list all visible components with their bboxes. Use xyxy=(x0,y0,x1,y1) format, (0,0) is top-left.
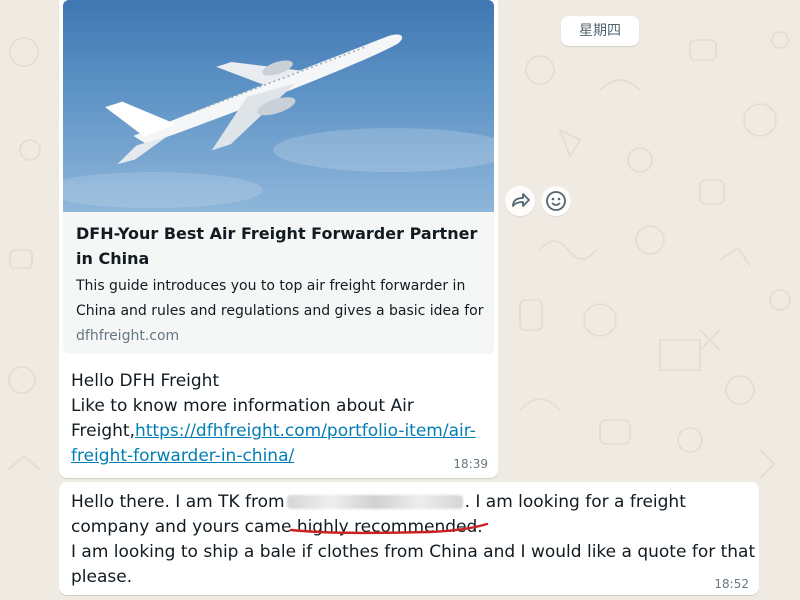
message-bubble-incoming[interactable]: DFH-Your Best Air Freight Forwarder Part… xyxy=(59,0,498,478)
message-line: please. xyxy=(71,567,133,587)
chat-panel: 星期四 DFH-Your Best Air Freight Forwarder … xyxy=(0,0,800,600)
redacted-text xyxy=(286,495,463,509)
message-line: Freight,https://dfhfreight.com/portfolio… xyxy=(71,419,491,444)
link-preview-description-line: This guide introduces you to top air fre… xyxy=(76,278,466,294)
link-preview-card[interactable]: DFH-Your Best Air Freight Forwarder Part… xyxy=(63,0,494,354)
message-text-fragment: Hello there. I am TK from xyxy=(71,492,285,512)
link-preview-image[interactable] xyxy=(63,0,494,212)
airplane-photo xyxy=(63,34,494,208)
message-text: Hello DFH Freight Like to know more info… xyxy=(71,369,491,469)
react-button[interactable] xyxy=(541,186,571,216)
link-preview-domain: dfhfreight.com xyxy=(76,328,180,344)
message-line: I am looking to ship a bale if clothes f… xyxy=(71,542,756,562)
emoji-icon xyxy=(546,191,566,211)
forward-icon xyxy=(512,193,530,207)
forward-button[interactable] xyxy=(505,186,535,216)
message-line: Like to know more information about Air xyxy=(71,396,414,416)
message-bubble-incoming[interactable]: Hello there. I am TK from . I am looking … xyxy=(59,482,759,595)
red-underline-annotation xyxy=(289,522,489,535)
message-line: Hello there. I am TK from . I am looking … xyxy=(71,490,751,515)
link-preview-description: This guide introduces you to top air fre… xyxy=(76,274,488,324)
message-timestamp: 18:39 xyxy=(453,457,488,471)
message-text: Hello there. I am TK from . I am looking … xyxy=(71,490,756,590)
message-actions xyxy=(505,186,571,216)
link-preview-description-line: China and rules and regulations and give… xyxy=(76,303,484,319)
message-text-fragment: . I am looking for a freight xyxy=(464,492,686,512)
link-preview-title: DFH-Your Best Air Freight Forwarder Part… xyxy=(76,224,478,268)
date-separator: 星期四 xyxy=(561,16,639,46)
message-line: Hello DFH Freight xyxy=(71,371,220,391)
message-timestamp: 18:52 xyxy=(714,577,749,591)
message-text-fragment: Freight, xyxy=(71,421,135,441)
message-link-continued[interactable]: freight-forwarder-in-china/ xyxy=(71,446,294,466)
message-link[interactable]: https://dfhfreight.com/portfolio-item/ai… xyxy=(135,421,476,441)
message-line: freight-forwarder-in-china/ xyxy=(71,444,491,469)
